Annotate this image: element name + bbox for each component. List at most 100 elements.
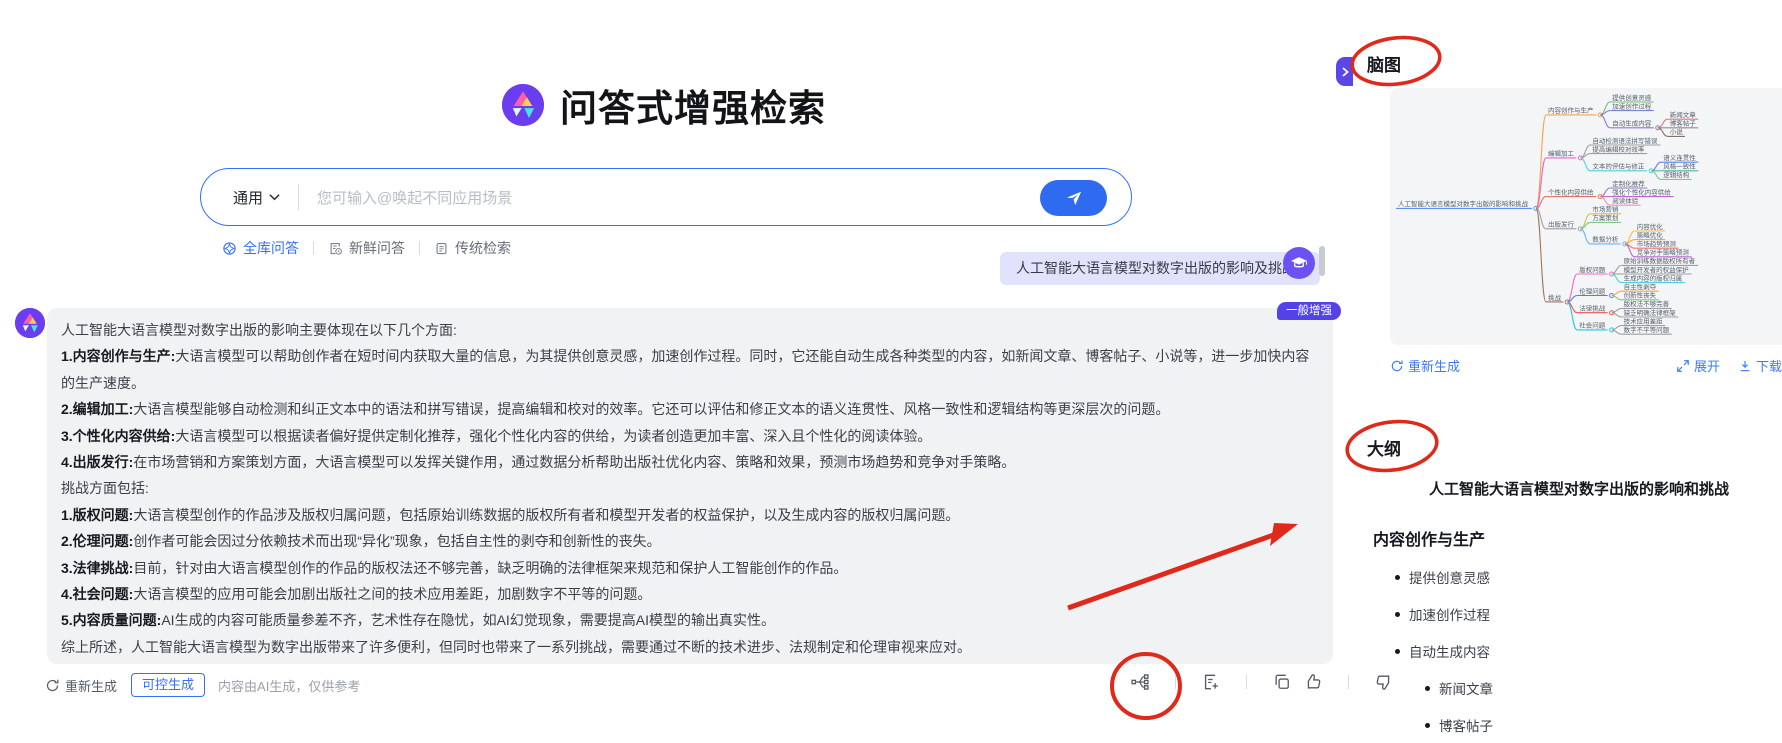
svg-text:自主性剥夺: 自主性剥夺 [1624,282,1657,291]
answer-paragraph: 1.版权问题:大语言模型创作的作品涉及版权归属问题，包括原始训练数据的版权所有者… [61,502,1317,528]
controllable-generate-button[interactable]: 可控生成 [131,673,205,697]
svg-text:内容优化: 内容优化 [1637,222,1664,231]
ai-disclaimer: 内容由AI生成，仅供参考 [218,676,360,695]
answer-paragraph: 挑战方面包括: [61,475,1317,501]
search-divider [298,184,299,210]
tab-traditional-search[interactable]: 传统检索 [434,238,511,258]
export-to-doc-button[interactable] [1201,672,1221,692]
answer-paragraph: 1.内容创作与生产:大语言模型可以帮助创作者在短时间内获取大量的信息，为其提供创… [61,343,1317,396]
tab-label: 传统检索 [455,238,511,258]
tab-fresh-qa[interactable]: 新鲜问答 [328,238,405,258]
svg-text:个性化内容供给: 个性化内容供给 [1548,187,1594,196]
thumbs-up-button[interactable] [1303,672,1323,692]
answer-paragraph: 综上所述，人工智能大语言模型为数字出版带来了许多便利，但同时也带来了一系列挑战，… [61,634,1317,660]
icon-divider [1348,675,1349,689]
tab-divider [313,241,314,255]
svg-text:提供创意灵感: 提供创意灵感 [1612,93,1652,102]
mindmap-regenerate-button[interactable]: 重新生成 [1390,356,1460,375]
answer-toolbar: 重新生成 可控生成 内容由AI生成，仅供参考 [45,673,360,697]
svg-text:创新性丧失: 创新性丧失 [1624,291,1657,300]
svg-text:版权法不够完善: 版权法不够完善 [1624,299,1670,308]
svg-text:数据分析: 数据分析 [1592,235,1619,244]
svg-text:定制化推荐: 定制化推荐 [1612,179,1645,188]
document-add-icon [1201,672,1221,692]
svg-text:版权问题: 版权问题 [1579,265,1606,274]
mindmap-section-title: 脑图 [1367,51,1401,76]
svg-text:社会问题: 社会问题 [1579,321,1606,330]
tab-full-library-qa[interactable]: 全库问答 [222,238,299,258]
expand-icon [1676,359,1690,373]
svg-text:逻辑结构: 逻辑结构 [1663,170,1690,179]
panel-collapse-tab[interactable] [1336,57,1353,86]
mindmap-actions: 重新生成 展开 下载 [1390,356,1782,375]
svg-text:强化个性化内容供给: 强化个性化内容供给 [1612,187,1671,196]
refresh-icon [45,678,60,693]
answer-paragraph: 2.编辑加工:大语言模型能够自动检测和纠正文本中的语法和拼写错误，提高编辑和校对… [61,396,1317,422]
mindmap-regenerate-label: 重新生成 [1408,356,1460,375]
app-logo-icon [502,84,544,126]
regenerate-button[interactable]: 重新生成 [45,676,117,695]
answer-paragraph: 4.社会问题:大语言模型的应用可能会加剧出版社之间的技术应用差距，加剧数字不平等… [61,581,1317,607]
svg-text:生成内容的版权归属: 生成内容的版权归属 [1624,273,1683,282]
answer-paragraph: 人工智能大语言模型对数字出版的影响主要体现在以下几个方面: [61,317,1317,343]
svg-text:内容创作与生产: 内容创作与生产 [1548,106,1594,115]
assistant-logo-icon [15,308,45,338]
bullet-dot [1395,575,1400,580]
copy-button[interactable] [1272,672,1292,692]
svg-text:人工智能大语言模型对数字出版的影响和挑战: 人工智能大语言模型对数字出版的影响和挑战 [1398,199,1529,208]
bullet-dot [1395,612,1400,617]
bullet-dot [1395,649,1400,654]
svg-text:小说: 小说 [1670,127,1684,136]
svg-text:出版发行: 出版发行 [1548,220,1575,229]
answer-paragraph: 2.伦理问题:创作者可能会因过分依赖技术而出现“异化”现象，包括自主性的剥夺和创… [61,528,1317,554]
svg-text:自动生成内容: 自动生成内容 [1612,119,1652,128]
search-tabs: 全库问答 新鲜问答 传统检索 [222,238,511,258]
bullet-dot [1425,723,1430,728]
outline-sub-bullet: 新闻文章 [1425,678,1782,698]
icon-divider [1246,675,1247,689]
user-avatar [1283,247,1315,279]
svg-text:挑战: 挑战 [1548,293,1562,302]
svg-text:提高编辑校对效率: 提高编辑校对效率 [1592,144,1645,153]
outline-heading: 内容创作与生产 [1373,526,1782,550]
graduation-cap-icon [1289,253,1309,273]
svg-text:博客帖子: 博客帖子 [1670,119,1697,128]
outline-bullet: 提供创意灵感 [1395,567,1782,587]
regenerate-label: 重新生成 [65,676,117,695]
assistant-answer: 人工智能大语言模型对数字出版的影响主要体现在以下几个方面: 1.内容创作与生产:… [47,308,1333,664]
sphere-icon [222,241,237,256]
mindmap-expand-button[interactable]: 展开 [1676,356,1720,375]
mindmap-download-button[interactable]: 下载 [1738,356,1782,375]
svg-text:加速创作过程: 加速创作过程 [1612,101,1652,110]
mindmap-icon [1130,672,1150,692]
answer-paragraph: 4.出版发行:在市场营销和方案策划方面，大语言模型可以发挥关键作用，通过数据分析… [61,449,1317,475]
tab-label: 新鲜问答 [349,238,405,258]
mindmap-download-label: 下载 [1756,356,1782,375]
enhance-badge: 一般增强 [1277,302,1341,320]
svg-text:技术应用差距: 技术应用差距 [1624,316,1664,325]
outline-title: 人工智能大语言模型对数字出版的影响和挑战 [1373,478,1782,499]
send-icon [1064,188,1084,208]
svg-text:竞争对手策略预测: 竞争对手策略预测 [1637,248,1690,257]
svg-text:编辑加工: 编辑加工 [1548,149,1575,158]
svg-text:市场营销: 市场营销 [1592,205,1619,214]
answer-action-icons [1130,672,1394,692]
icon-divider [1175,675,1176,689]
mode-select[interactable]: 通用 [233,187,280,208]
search-input[interactable]: 您可输入@唤起不同应用场景 [317,187,1131,208]
svg-text:缺乏明确法律框架: 缺乏明确法律框架 [1624,308,1677,317]
outline-section-title: 大纲 [1367,435,1401,460]
svg-text:方案策划: 方案策划 [1592,213,1618,222]
mindmap-button[interactable] [1130,672,1150,692]
app-root: 问答式增强检索 通用 您可输入@唤起不同应用场景 全库问答 [0,0,1782,743]
document-clock-icon [328,241,343,256]
outline-panel: 人工智能大语言模型对数字出版的影响和挑战 内容创作与生产 提供创意灵感 加速创作… [1373,478,1782,743]
svg-text:法律挑战: 法律挑战 [1579,304,1606,313]
chevron-right-icon [1341,67,1349,77]
svg-text:阅读体验: 阅读体验 [1612,196,1639,205]
chevron-down-icon [269,193,280,201]
send-button[interactable] [1040,180,1107,216]
scrollbar-thumb[interactable] [1319,246,1325,276]
svg-text:模型开发者的权益保护: 模型开发者的权益保护 [1624,265,1689,274]
document-icon [434,241,449,256]
